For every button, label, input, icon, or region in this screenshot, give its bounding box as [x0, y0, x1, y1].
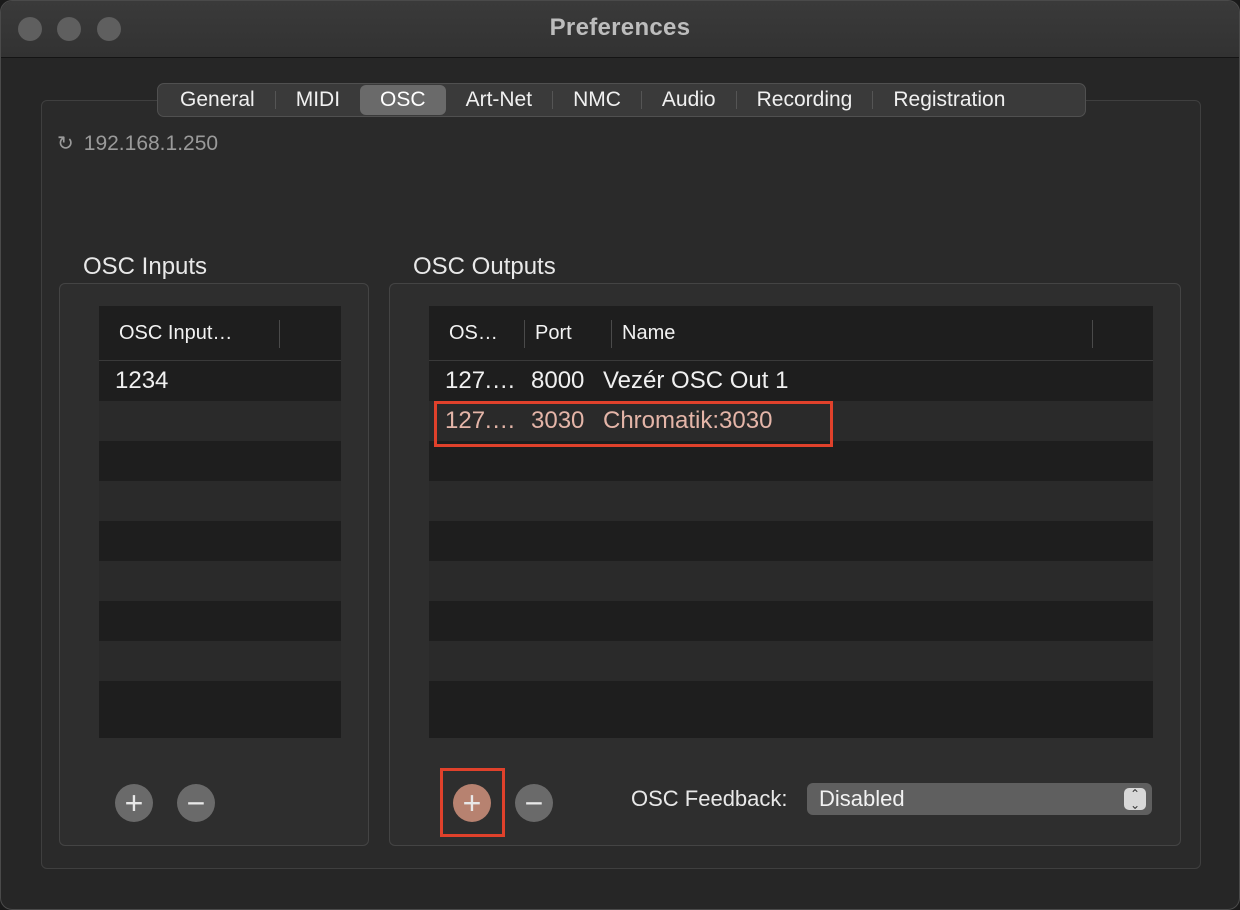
window-title: Preferences — [549, 14, 691, 41]
column-header-osc-input[interactable]: OSC Input… — [99, 306, 280, 360]
new-output-row-highlight — [434, 401, 833, 447]
osc-inputs-table-header: OSC Input… — [99, 306, 341, 361]
tab-audio[interactable]: Audio — [642, 85, 736, 115]
table-row-empty — [99, 441, 341, 481]
table-row-empty — [429, 441, 1153, 481]
title-bar: Preferences — [1, 1, 1239, 58]
table-row[interactable]: 1234 — [99, 361, 341, 401]
osc-outputs-table-header: OS… Port Name — [429, 306, 1153, 361]
input-port-cell: 1234 — [115, 367, 169, 394]
osc-inputs-label: OSC Inputs — [83, 253, 208, 280]
table-row-empty — [99, 641, 341, 681]
add-input-button[interactable]: + — [115, 784, 153, 822]
column-header-port[interactable]: Port — [525, 306, 612, 360]
chevron-up-down-icon: ⌃ ⌃ — [1124, 788, 1146, 811]
tab-midi[interactable]: MIDI — [276, 85, 360, 115]
table-row-empty — [99, 601, 341, 641]
osc-feedback-label: OSC Feedback: — [631, 786, 788, 811]
tab-art-net[interactable]: Art-Net — [446, 85, 553, 115]
table-row-empty — [99, 681, 341, 721]
tab-bar: General MIDI OSC Art-Net NMC Audio Recor… — [157, 83, 1086, 117]
tab-registration[interactable]: Registration — [873, 85, 1025, 115]
output-address-cell: 127.… — [445, 367, 515, 394]
table-row-empty — [429, 681, 1153, 721]
table-row-empty — [99, 401, 341, 441]
output-port-cell: 8000 — [531, 367, 585, 394]
column-header-empty — [280, 306, 341, 360]
osc-feedback-select[interactable]: Disabled ⌃ ⌃ — [807, 783, 1152, 815]
osc-inputs-rows: 1234 — [99, 361, 341, 721]
remove-output-button[interactable]: − — [515, 784, 553, 822]
table-row-empty — [99, 561, 341, 601]
column-header-osc-address[interactable]: OS… — [429, 306, 525, 360]
table-row-empty — [429, 481, 1153, 521]
tab-general[interactable]: General — [160, 85, 275, 115]
table-row-empty — [99, 481, 341, 521]
osc-outputs-label: OSC Outputs — [413, 253, 556, 280]
tab-recording[interactable]: Recording — [737, 85, 873, 115]
table-row-empty — [429, 561, 1153, 601]
ip-address-display: ↻ 192.168.1.250 — [57, 131, 218, 156]
table-row-empty — [429, 521, 1153, 561]
tab-osc[interactable]: OSC — [360, 85, 446, 115]
osc-inputs-table: OSC Input… 1234 — [99, 306, 341, 738]
osc-feedback-value: Disabled — [819, 786, 905, 811]
remove-input-button[interactable]: − — [177, 784, 215, 822]
add-output-button-highlight — [440, 768, 505, 837]
preferences-window: Preferences General MIDI OSC Art-Net NMC… — [0, 0, 1240, 910]
table-row[interactable]: 127.… 8000 Vezér OSC Out 1 — [429, 361, 1153, 401]
tab-nmc[interactable]: NMC — [553, 85, 641, 115]
refresh-icon[interactable]: ↻ — [57, 131, 74, 156]
table-row-empty — [99, 521, 341, 561]
table-row-empty — [429, 601, 1153, 641]
table-row-empty — [429, 641, 1153, 681]
output-name-cell: Vezér OSC Out 1 — [603, 367, 789, 394]
column-header-empty — [1093, 306, 1153, 360]
column-header-name[interactable]: Name — [612, 306, 1093, 360]
ip-address-text: 192.168.1.250 — [83, 131, 219, 155]
osc-outputs-table: OS… Port Name 127.… 8000 Vezér OSC Out 1… — [429, 306, 1153, 738]
